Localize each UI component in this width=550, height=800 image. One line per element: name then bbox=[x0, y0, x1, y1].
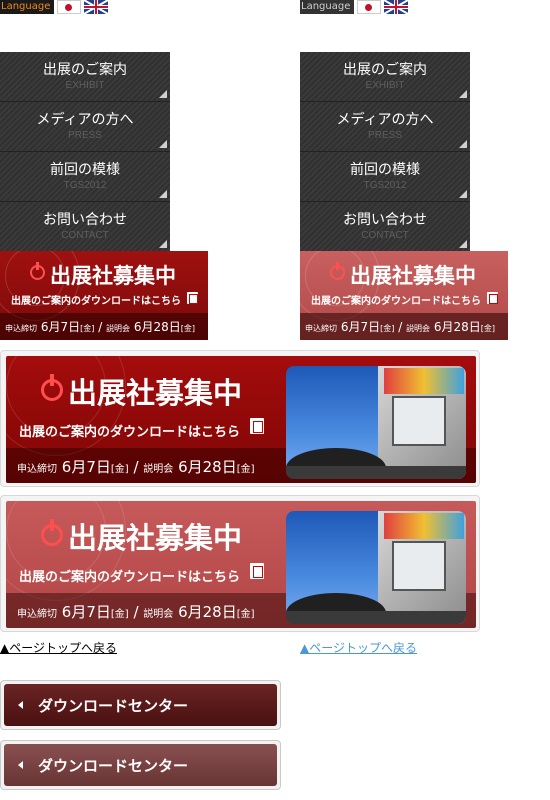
menu-item-contact[interactable]: お問い合わせ CONTACT bbox=[0, 202, 170, 252]
pdf-icon bbox=[187, 292, 198, 304]
power-icon bbox=[330, 262, 345, 280]
language-bar: Language bbox=[0, 0, 109, 14]
corner-arrow-icon bbox=[459, 90, 467, 98]
corner-arrow-icon bbox=[159, 240, 167, 248]
corner-arrow-icon bbox=[459, 190, 467, 198]
exhibitor-recruit-banner-large-hover[interactable]: 出展社募集中 出展のご案内のダウンロードはこちら 申込締切 6月7日[金] / … bbox=[0, 495, 480, 632]
banner-download-text: 出展のご案内のダウンロードはこちら bbox=[11, 296, 181, 307]
menu-item-sublabel: EXHIBIT bbox=[365, 80, 405, 91]
download-center-label: ダウンロードセンター bbox=[38, 757, 189, 775]
menu-item-press[interactable]: メディアの方へ PRESS bbox=[300, 102, 470, 152]
language-label: Language bbox=[0, 0, 55, 14]
pdf-icon bbox=[487, 292, 498, 304]
menu-item-sublabel: CONTACT bbox=[361, 230, 409, 241]
power-icon bbox=[41, 374, 63, 401]
menu-item-exhibit[interactable]: 出展のご案内 EXHIBIT bbox=[300, 52, 470, 102]
language-bar-hover: Language bbox=[300, 0, 409, 14]
corner-arrow-icon bbox=[459, 240, 467, 248]
banner-download-text: 出展のご案内のダウンロードはこちら bbox=[19, 570, 241, 585]
pdf-icon bbox=[250, 563, 264, 579]
language-label: Language bbox=[300, 0, 355, 14]
exhibitor-recruit-banner-small[interactable]: 出展社募集中 出展のご案内のダウンロードはこちら 申込締切 6月7日[金] / … bbox=[0, 251, 208, 340]
banner-download-text: 出展のご案内のダウンロードはこちら bbox=[19, 425, 241, 440]
menu-item-label: 前回の模様 bbox=[350, 162, 420, 178]
corner-arrow-icon bbox=[159, 190, 167, 198]
banner-title: 出展社募集中 bbox=[350, 264, 476, 288]
arrow-left-icon bbox=[18, 701, 23, 709]
main-menu-hover: 出展のご案内 EXHIBIT メディアの方へ PRESS 前回の模様 TGS2012 … bbox=[300, 52, 470, 252]
banner-dates: 申込締切 6月7日[金] / 説明会 6月28日[金] bbox=[305, 320, 496, 334]
menu-item-label: メディアの方へ bbox=[336, 112, 434, 128]
download-center-label: ダウンロードセンター bbox=[38, 697, 189, 715]
menu-item-sublabel: PRESS bbox=[368, 130, 402, 141]
power-icon bbox=[30, 262, 45, 280]
corner-arrow-icon bbox=[159, 140, 167, 148]
main-menu: 出展のご案内 EXHIBIT メディアの方へ PRESS 前回の模様 TGS2012 … bbox=[0, 52, 170, 252]
menu-item-label: 出展のご案内 bbox=[43, 62, 127, 78]
pdf-icon bbox=[250, 418, 264, 434]
japan-flag-icon[interactable] bbox=[57, 0, 82, 14]
power-icon bbox=[41, 519, 63, 546]
banner-dates: 申込締切 6月7日[金] / 説明会 6月28日[金] bbox=[17, 603, 255, 621]
exhibitor-recruit-banner-small-hover[interactable]: 出展社募集中 出展のご案内のダウンロードはこちら 申込締切 6月7日[金] / … bbox=[300, 251, 508, 340]
banner-dates: 申込締切 6月7日[金] / 説明会 6月28日[金] bbox=[5, 320, 196, 334]
menu-item-label: お問い合わせ bbox=[343, 212, 427, 228]
menu-item-press[interactable]: メディアの方へ PRESS bbox=[0, 102, 170, 152]
uk-flag-icon[interactable] bbox=[84, 0, 109, 14]
venue-photo bbox=[286, 366, 466, 479]
download-center-button[interactable]: ダウンロードセンター bbox=[0, 680, 281, 730]
corner-arrow-icon bbox=[159, 90, 167, 98]
banner-title: 出展社募集中 bbox=[68, 521, 243, 555]
banner-download-text: 出展のご案内のダウンロードはこちら bbox=[311, 296, 481, 307]
banner-title: 出展社募集中 bbox=[50, 264, 176, 288]
banner-title: 出展社募集中 bbox=[68, 376, 243, 410]
menu-item-tgs2012[interactable]: 前回の模様 TGS2012 bbox=[0, 152, 170, 202]
venue-photo bbox=[286, 511, 466, 624]
menu-item-label: 出展のご案内 bbox=[343, 62, 427, 78]
menu-item-sublabel: CONTACT bbox=[61, 230, 109, 241]
exhibitor-recruit-banner-large[interactable]: 出展社募集中 出展のご案内のダウンロードはこちら 申込締切 6月7日[金] / … bbox=[0, 350, 480, 487]
page-top-link[interactable]: ▲ページトップへ戻る bbox=[0, 639, 117, 656]
arrow-left-icon bbox=[18, 761, 23, 769]
menu-item-exhibit[interactable]: 出展のご案内 EXHIBIT bbox=[0, 52, 170, 102]
japan-flag-icon[interactable] bbox=[357, 0, 382, 14]
menu-item-sublabel: EXHIBIT bbox=[65, 80, 105, 91]
menu-item-tgs2012[interactable]: 前回の模様 TGS2012 bbox=[300, 152, 470, 202]
banner-dates: 申込締切 6月7日[金] / 説明会 6月28日[金] bbox=[17, 458, 255, 476]
menu-item-contact[interactable]: お問い合わせ CONTACT bbox=[300, 202, 470, 252]
menu-item-label: メディアの方へ bbox=[36, 112, 134, 128]
menu-item-label: お問い合わせ bbox=[43, 212, 127, 228]
menu-item-sublabel: TGS2012 bbox=[63, 180, 107, 191]
corner-arrow-icon bbox=[459, 140, 467, 148]
uk-flag-icon[interactable] bbox=[384, 0, 409, 14]
download-center-button-hover[interactable]: ダウンロードセンター bbox=[0, 740, 281, 790]
menu-item-label: 前回の模様 bbox=[50, 162, 120, 178]
menu-item-sublabel: TGS2012 bbox=[363, 180, 407, 191]
page-top-link-hover[interactable]: ▲ページトップへ戻る bbox=[300, 639, 417, 656]
menu-item-sublabel: PRESS bbox=[68, 130, 102, 141]
